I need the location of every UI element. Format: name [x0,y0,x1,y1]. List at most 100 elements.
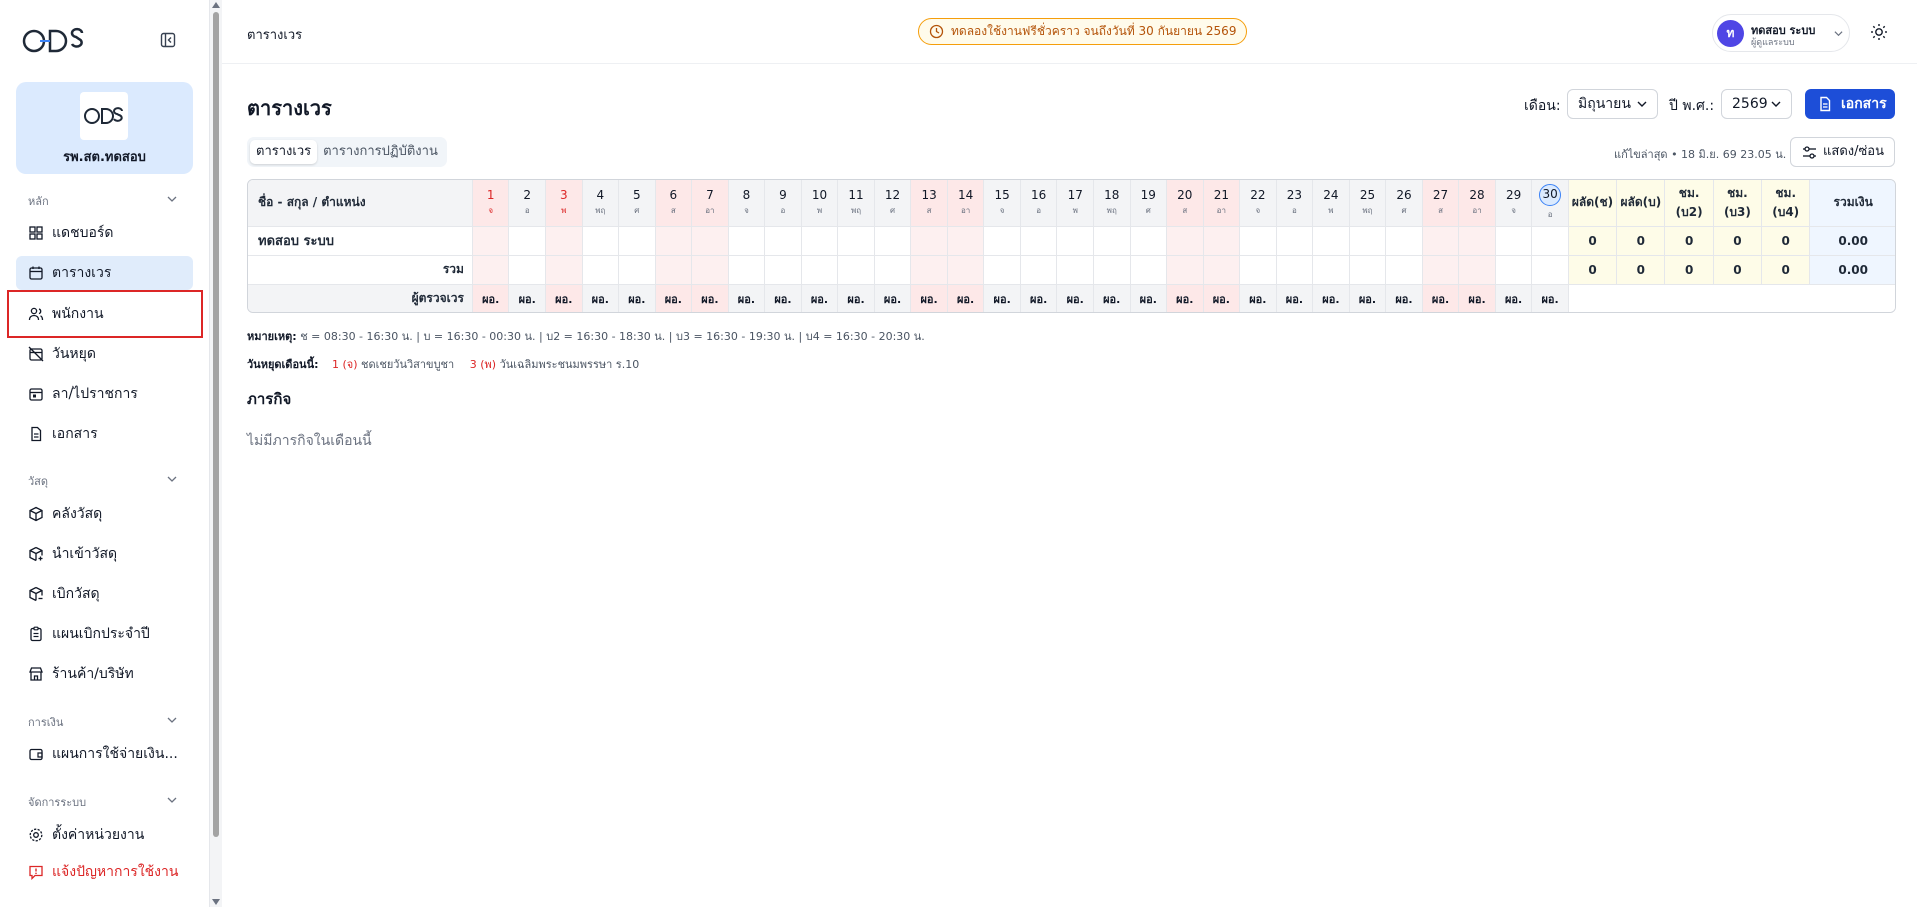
inspector-cell[interactable]: ผอ. [874,284,912,312]
sidebar-item-holidays[interactable]: วันหยุด [16,337,193,371]
shift-cell[interactable] [983,226,1021,256]
shift-cell[interactable] [1239,226,1277,256]
section-title-main: หลัก [28,195,49,208]
shift-cell[interactable] [618,226,656,256]
inspector-cell[interactable]: ผอ. [801,284,839,312]
shift-cell[interactable] [728,226,766,256]
user-menu[interactable]: ท ทดสอบ ระบบ ผู้ดูแลระบบ [1712,14,1850,52]
chevron-down-icon[interactable] [167,795,177,805]
sidebar-item-vendors[interactable]: ร้านค้า/บริษัท [16,657,193,691]
inspector-cell[interactable]: ผอ. [1458,284,1496,312]
shift-cell[interactable] [1495,226,1533,256]
scroll-down-arrow[interactable] [212,899,220,905]
inspector-cell[interactable]: ผอ. [582,284,620,312]
inspector-cell[interactable]: ผอ. [472,284,510,312]
shift-cell[interactable] [874,226,912,256]
shift-cell[interactable] [1385,226,1423,256]
day-number: 18 [1104,188,1120,203]
sidebar-collapse-icon[interactable] [160,32,176,48]
shift-cell[interactable] [801,226,839,256]
inspector-cell[interactable]: ผอ. [1239,284,1277,312]
inspector-cell[interactable]: ผอ. [1495,284,1533,312]
inspector-cell[interactable]: ผอ. [691,284,729,312]
ods-logo[interactable] [22,26,88,56]
inspector-cell[interactable]: ผอ. [983,284,1021,312]
month-select[interactable]: มิถุนายน [1567,89,1658,119]
shift-cell[interactable] [1458,226,1496,256]
shift-cell[interactable] [1422,226,1460,256]
section-title-system: จัดการระบบ [28,796,87,809]
inspector-cell[interactable]: ผอ. [1349,284,1387,312]
legend-label: หมายเหตุ: [247,330,297,343]
inspector-cell[interactable]: ผอ. [910,284,948,312]
show-hide-button[interactable]: แสดง/ซ่อน [1790,137,1895,167]
shift-cell[interactable] [910,226,948,256]
shift-cell[interactable] [508,226,546,256]
inspector-cell[interactable]: ผอ. [1093,284,1131,312]
sum-summary-value: 0 [1761,255,1811,285]
sidebar-item-schedule[interactable]: ตารางเวร [16,256,193,290]
sidebar-item-budget-plan[interactable]: แผนการใช้จ่ายเงิน... [16,737,193,771]
sidebar-item-yearly-plan[interactable]: แผนเบิกประจำปี [16,617,193,651]
inspector-cell[interactable]: ผอ. [1203,284,1241,312]
day-number: 15 [994,188,1010,203]
day-column-header: 10 พ [801,180,839,227]
tab-work-schedule[interactable]: ตารางการปฏิบัติงาน [317,140,444,164]
sidebar-item-import[interactable]: นำเข้าวัสดุ [16,537,193,571]
sun-icon[interactable] [1870,23,1888,41]
sidebar-item-documents[interactable]: เอกสาร [16,417,193,451]
inspector-cell[interactable]: ผอ. [764,284,802,312]
sidebar-scrollbar[interactable] [210,0,222,907]
inspector-cell[interactable]: ผอ. [1312,284,1350,312]
shift-cell[interactable] [764,226,802,256]
inspector-cell[interactable]: ผอ. [1422,284,1460,312]
tab-schedule[interactable]: ตารางเวร [250,140,318,164]
sidebar-item-withdraw[interactable]: เบิกวัสดุ [16,577,193,611]
shift-cell[interactable] [1349,226,1387,256]
shift-cell[interactable] [1130,226,1168,256]
shift-cell[interactable] [582,226,620,256]
shift-cell[interactable] [1166,226,1204,256]
inspector-cell[interactable]: ผอ. [655,284,693,312]
shift-cell[interactable] [1203,226,1241,256]
inspector-cell[interactable]: ผอ. [545,284,583,312]
shift-cell[interactable] [1056,226,1094,256]
inspector-cell[interactable]: ผอ. [508,284,546,312]
shift-cell[interactable] [1093,226,1131,256]
inspector-cell[interactable]: ผอ. [947,284,985,312]
shift-cell[interactable] [545,226,583,256]
documents-button[interactable]: เอกสาร [1805,89,1895,119]
sidebar-item-leave[interactable]: ลา/ไปราชการ [16,377,193,411]
inspector-cell[interactable]: ผอ. [837,284,875,312]
year-select[interactable]: 2569 [1721,89,1792,119]
shift-cell[interactable] [1531,226,1569,256]
inspector-cell[interactable]: ผอ. [1130,284,1168,312]
inspector-cell[interactable]: ผอ. [728,284,766,312]
shift-cell[interactable] [837,226,875,256]
inspector-cell[interactable]: ผอ. [1531,284,1569,312]
sidebar-item-report-issue[interactable]: แจ้งปัญหาการใช้งาน [16,855,193,889]
inspector-cell[interactable]: ผอ. [1166,284,1204,312]
scroll-up-arrow[interactable] [212,2,220,8]
chevron-down-icon[interactable] [167,715,177,725]
sidebar-item-stock[interactable]: คลังวัสดุ [16,497,193,531]
sidebar-item-dashboard[interactable]: แดชบอร์ด [16,216,193,250]
chevron-down-icon[interactable] [167,474,177,484]
sidebar-item-unit-settings[interactable]: ตั้งค่าหน่วยงาน [16,818,193,852]
inspector-cell[interactable]: ผอ. [618,284,656,312]
scrollbar-thumb[interactable] [213,12,219,837]
inspector-cell[interactable]: ผอ. [1276,284,1314,312]
shift-cell[interactable] [472,226,510,256]
employee-name[interactable]: ทดสอบ ระบบ [248,226,473,256]
chevron-down-icon[interactable] [167,194,177,204]
day-column-header: 15 จ [983,180,1021,227]
inspector-cell[interactable]: ผอ. [1385,284,1423,312]
shift-cell[interactable] [655,226,693,256]
shift-cell[interactable] [947,226,985,256]
shift-cell[interactable] [1020,226,1058,256]
inspector-cell[interactable]: ผอ. [1020,284,1058,312]
inspector-cell[interactable]: ผอ. [1056,284,1094,312]
shift-cell[interactable] [691,226,729,256]
shift-cell[interactable] [1276,226,1314,256]
shift-cell[interactable] [1312,226,1350,256]
